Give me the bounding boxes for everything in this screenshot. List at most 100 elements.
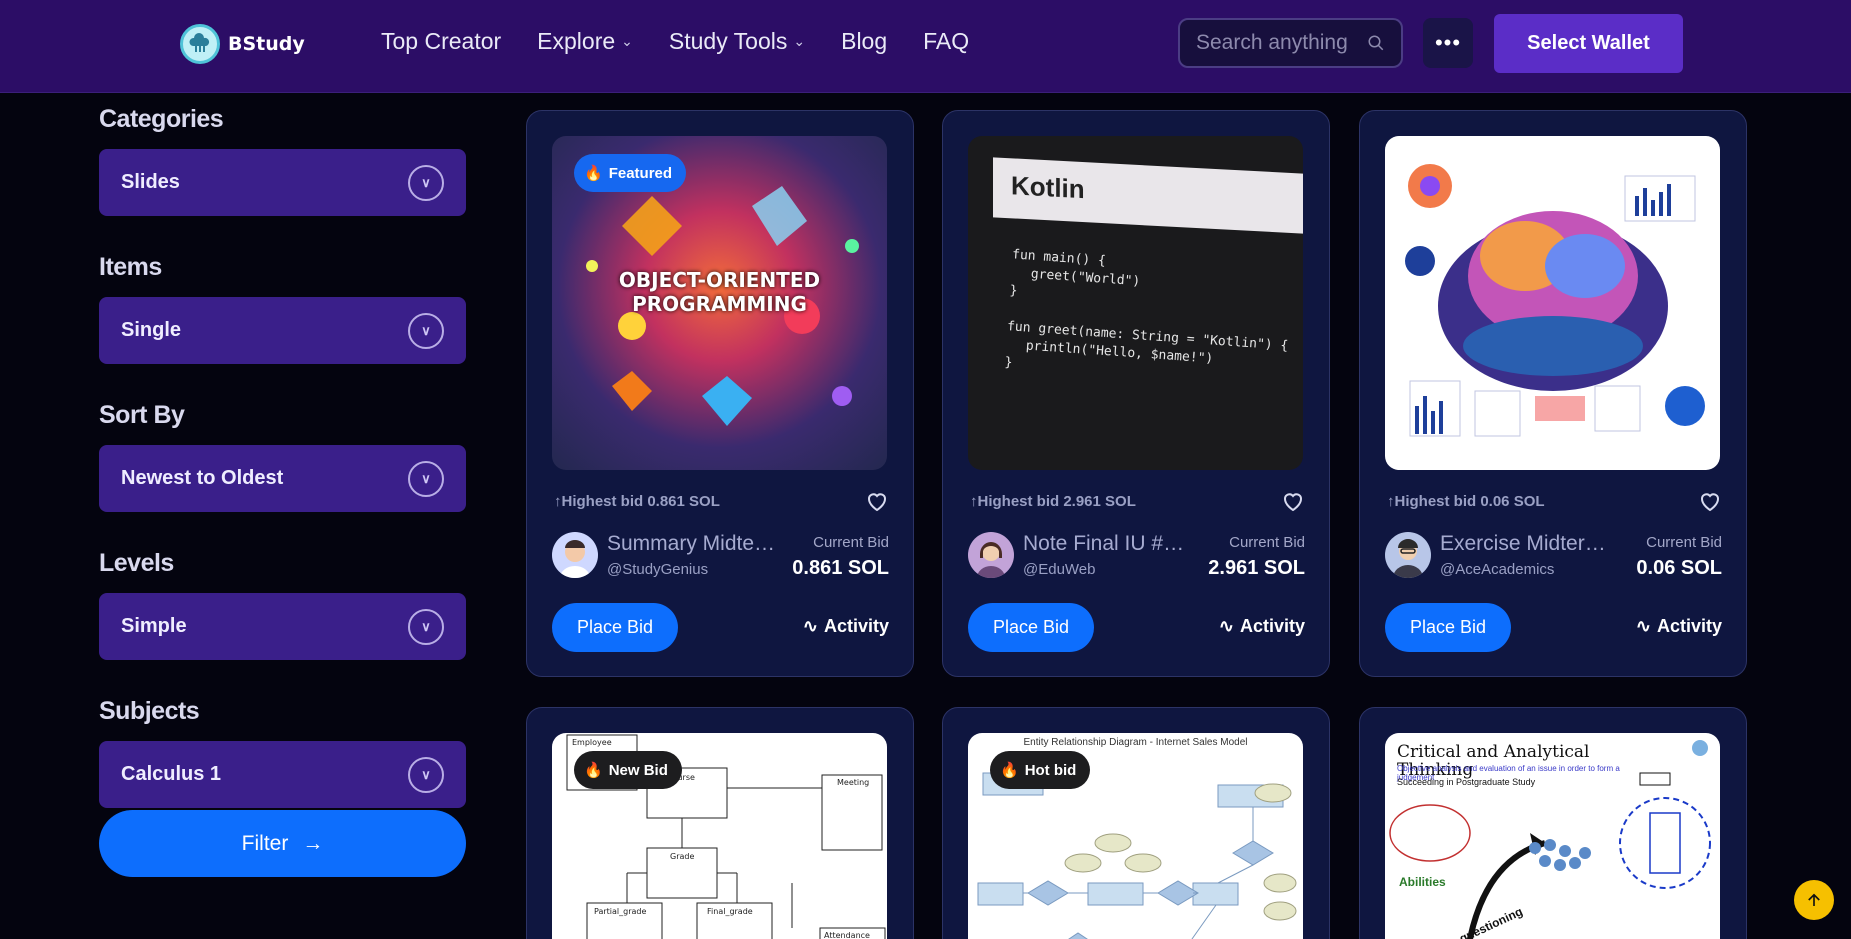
hot-bid-badge: 🔥 Hot bid <box>990 751 1091 789</box>
kotlin-logo-text: Kotlin <box>1011 170 1085 205</box>
items-label: Items <box>99 253 162 281</box>
item-title[interactable]: Note Final IU #245 <box>1023 532 1193 556</box>
product-card[interactable]: Critical and Analytical Thinking Objecti… <box>1359 707 1747 939</box>
avatar[interactable] <box>968 532 1014 578</box>
chevron-down-icon: ∨ <box>408 164 444 201</box>
activity-label: Activity <box>1656 616 1722 636</box>
avatar[interactable] <box>552 532 598 578</box>
subjects-select[interactable]: Calculus 1 ∨ <box>99 741 466 808</box>
creator-handle[interactable]: @EduWeb <box>1023 561 1096 578</box>
place-bid-button[interactable]: Place Bid <box>968 603 1094 652</box>
chevron-down-icon: ∨ <box>408 608 444 645</box>
main-nav: Top Creator Explore ⌄ Study Tools ⌄ Blog F… <box>381 28 1005 55</box>
place-bid-button[interactable]: Place Bid <box>552 603 678 652</box>
badge-label: Hot bid <box>1024 761 1077 779</box>
items-select[interactable]: Single ∨ <box>99 297 466 364</box>
activity-link[interactable]: ∿ Activity <box>1219 616 1305 637</box>
highest-bid-text: Highest bid 0.861 SOL <box>561 493 720 510</box>
nav-top-creator[interactable]: Top Creator <box>381 28 501 55</box>
heart-icon[interactable] <box>1698 489 1722 513</box>
logo-text: BStudy <box>228 33 305 55</box>
product-card[interactable]: ↑Highest bid 0.06 SOL Exercise Midterm D… <box>1359 110 1747 677</box>
activity-link[interactable]: ∿ Activity <box>1636 616 1722 637</box>
image-caption-line: OBJECT-ORIENTED <box>618 268 821 292</box>
heart-icon[interactable] <box>865 489 889 513</box>
current-bid-value: 2.961 SOL <box>1208 557 1305 579</box>
nav-label: Study Tools <box>668 28 788 54</box>
uml-class-label: Attendance <box>824 931 870 939</box>
select-wallet-button[interactable]: Select Wallet <box>1494 14 1683 73</box>
heart-icon[interactable] <box>1281 489 1305 513</box>
image-caption: OBJECT-ORIENTED PROGRAMMING <box>552 268 887 316</box>
new-bid-badge: 🔥 New Bid <box>574 751 682 789</box>
card-image[interactable]: OBJECT-ORIENTED PROGRAMMING 🔥 Featured <box>552 136 887 470</box>
nav-explore[interactable]: Explore ⌄ <box>537 28 633 55</box>
levels-select[interactable]: Simple ∨ <box>99 593 466 660</box>
sort-by-label: Sort By <box>99 401 185 429</box>
nav-blog[interactable]: Blog <box>841 28 887 55</box>
categories-label: Categories <box>99 105 224 133</box>
fire-icon: 🔥 <box>1000 762 1019 779</box>
activity-icon: ∿ <box>1218 616 1234 636</box>
product-card[interactable]: Kotlin fun main() { greet("World") } fun… <box>942 110 1330 677</box>
arrow-up-icon <box>1808 893 1820 906</box>
nav-label: Top Creator <box>381 28 502 54</box>
chevron-down-icon: ∨ <box>408 312 444 349</box>
categories-select[interactable]: Slides ∨ <box>99 149 466 216</box>
product-card[interactable]: Employee Course Meeting Grade Partial_gr… <box>526 707 914 939</box>
highest-bid-text: Highest bid 0.06 SOL <box>1394 493 1545 510</box>
product-card[interactable]: OBJECT-ORIENTED PROGRAMMING 🔥 Featured ↑H… <box>526 110 914 677</box>
card-image[interactable]: Entity Relationship Diagram - Internet S… <box>968 733 1303 939</box>
creator-handle[interactable]: @AceAcademics <box>1440 561 1554 578</box>
card-image[interactable]: Critical and Analytical Thinking Objecti… <box>1385 733 1720 939</box>
search-input[interactable]: Search anything <box>1178 18 1403 68</box>
nav-label: Explore <box>537 28 616 54</box>
activity-label: Activity <box>1239 616 1305 636</box>
avatar[interactable] <box>1385 532 1431 578</box>
badge-label: Featured <box>608 164 673 182</box>
nav-label: Blog <box>841 28 888 54</box>
filter-label: Filter <box>241 831 289 855</box>
activity-icon: ∿ <box>1635 616 1651 636</box>
filter-sidebar: Categories Slides ∨ Items Single ∨ Sort … <box>99 105 466 845</box>
more-options-button[interactable]: ••• <box>1423 18 1473 68</box>
uml-class-label: Partial_grade <box>594 907 646 916</box>
card-image[interactable] <box>1385 136 1720 470</box>
chevron-down-icon: ∨ <box>408 756 444 793</box>
sort-by-select[interactable]: Newest to Oldest ∨ <box>99 445 466 512</box>
card-image[interactable]: Kotlin fun main() { greet("World") } fun… <box>968 136 1303 470</box>
select-value: Calculus 1 <box>121 763 222 785</box>
highest-bid: ↑Highest bid 0.06 SOL <box>1387 493 1545 510</box>
creator-handle[interactable]: @StudyGenius <box>607 561 708 578</box>
fire-icon: 🔥 <box>584 165 603 182</box>
uml-class-label: Grade <box>670 852 694 861</box>
code-snippet: fun main() { greet("World") } fun greet(… <box>1004 246 1294 391</box>
back-to-top-button[interactable] <box>1794 880 1834 920</box>
highest-bid: ↑Highest bid 2.961 SOL <box>970 493 1136 510</box>
badge-label: New Bid <box>608 761 668 779</box>
activity-link[interactable]: ∿ Activity <box>803 616 889 637</box>
current-bid-value: 0.861 SOL <box>792 557 889 579</box>
search-icon[interactable] <box>1367 34 1385 52</box>
item-title[interactable]: Summary Midterm OOP <box>607 532 777 556</box>
product-card[interactable]: Entity Relationship Diagram - Internet S… <box>942 707 1330 939</box>
chevron-down-icon: ∨ <box>408 460 444 497</box>
image-caption-line: PROGRAMMING <box>632 292 807 316</box>
item-title[interactable]: Exercise Midterm Data <box>1440 532 1610 556</box>
filter-button[interactable]: Filter → <box>99 810 466 877</box>
nav-faq[interactable]: FAQ <box>923 28 969 55</box>
levels-label: Levels <box>99 549 174 577</box>
uml-class-label: Employee <box>572 738 612 747</box>
kotlin-banner: Kotlin <box>993 157 1303 235</box>
search-placeholder: Search anything <box>1196 31 1348 54</box>
place-bid-button[interactable]: Place Bid <box>1385 603 1511 652</box>
nav-study-tools[interactable]: Study Tools ⌄ <box>669 28 805 55</box>
current-bid-label: Current Bid <box>1646 534 1722 551</box>
uml-class-label: Final_grade <box>707 907 753 916</box>
card-image[interactable]: Employee Course Meeting Grade Partial_gr… <box>552 733 887 939</box>
select-value: Simple <box>121 615 187 637</box>
fire-icon: 🔥 <box>584 762 603 779</box>
top-navbar: BStudy Top Creator Explore ⌄ Study Tools ⌄… <box>0 0 1851 93</box>
logo[interactable]: BStudy <box>180 24 305 64</box>
select-value: Slides <box>121 171 180 193</box>
